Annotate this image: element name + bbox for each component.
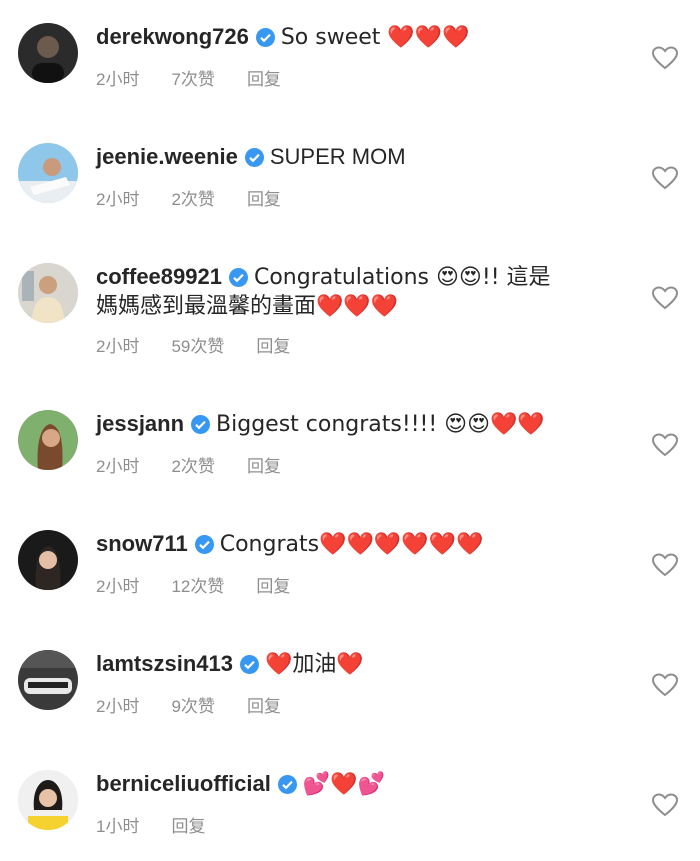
reply-button[interactable]: 回复 (247, 65, 281, 90)
timestamp: 1小时 (96, 817, 140, 836)
verified-badge-icon (191, 415, 211, 434)
heart-outline-icon[interactable] (652, 286, 678, 310)
avatar[interactable] (18, 650, 78, 710)
like-count[interactable]: 9次赞 (171, 692, 214, 717)
like-count[interactable]: 12次赞 (171, 572, 224, 597)
like-count[interactable]: 2次赞 (171, 452, 214, 477)
timestamp: 2小时 (96, 457, 140, 476)
heart-outline-icon[interactable] (652, 553, 678, 577)
like-count[interactable]: 59次赞 (171, 332, 224, 357)
timestamp: 2小时 (96, 577, 140, 596)
username[interactable]: lamtszsin413 (96, 651, 233, 676)
heart-outline-icon[interactable] (652, 433, 678, 457)
username[interactable]: derekwong726 (96, 24, 249, 49)
reply-button[interactable]: 回复 (171, 812, 205, 837)
verified-badge-icon (255, 28, 275, 47)
comment-text: berniceliuofficial 💕❤️💕 (96, 769, 630, 799)
like-count[interactable]: 2次赞 (171, 185, 214, 210)
heart-outline-icon[interactable] (652, 793, 678, 817)
reply-button[interactable]: 回复 (247, 692, 281, 717)
comment-body-line2: 媽媽感到最溫馨的畫面❤️❤️❤️ (96, 294, 399, 319)
avatar[interactable] (18, 263, 78, 323)
heart-outline-icon[interactable] (652, 166, 678, 190)
comment-body: Congrats❤️❤️❤️❤️❤️❤️ (219, 532, 484, 557)
comment-meta: 2小时 9次赞 回复 (96, 692, 313, 717)
avatar[interactable] (18, 770, 78, 830)
comment-text: snow711 Congrats❤️❤️❤️❤️❤️❤️ (96, 529, 630, 559)
comment-text: lamtszsin413 ❤️加油❤️ (96, 649, 630, 679)
verified-badge-icon (244, 148, 264, 167)
comment-body: ❤️加油❤️ (264, 652, 364, 677)
comment-body: SUPER MOM (269, 144, 406, 169)
comment-meta: 1小时 回复 (96, 812, 237, 837)
comment-meta: 2小时 12次赞 回复 (96, 572, 322, 597)
comment-body: Biggest congrats!!!! 😍😍❤️❤️ (216, 412, 545, 437)
heart-outline-icon[interactable] (652, 673, 678, 697)
reply-button[interactable]: 回复 (256, 332, 290, 357)
comment-meta: 2小时 7次赞 回复 (96, 65, 313, 90)
reply-button[interactable]: 回复 (247, 452, 281, 477)
timestamp: 2小时 (96, 190, 140, 209)
reply-button[interactable]: 回复 (256, 572, 290, 597)
comment-meta: 2小时 2次赞 回复 (96, 185, 313, 210)
username[interactable]: jeenie.weenie (96, 144, 238, 169)
username[interactable]: snow711 (96, 531, 188, 556)
comment-text: coffee89921 Congratulations 😍😍!! 這是 (96, 262, 630, 292)
avatar[interactable] (18, 530, 78, 590)
comment-text: jessjann Biggest congrats!!!! 😍😍❤️❤️ (96, 409, 630, 439)
timestamp: 2小时 (96, 697, 140, 716)
verified-badge-icon (239, 655, 259, 674)
comment-body: Congratulations 😍😍!! 這是 (253, 265, 551, 290)
timestamp: 2小时 (96, 70, 140, 89)
avatar[interactable] (18, 143, 78, 203)
username[interactable]: coffee89921 (96, 264, 222, 289)
avatar[interactable] (18, 23, 78, 83)
comment-meta: 2小时 2次赞 回复 (96, 452, 313, 477)
comment-text: jeenie.weenie SUPER MOM (96, 142, 630, 171)
comment-meta: 2小时 59次赞 回复 (96, 332, 322, 357)
username[interactable]: berniceliuofficial (96, 771, 271, 796)
comment-body: 💕❤️💕 (302, 772, 386, 797)
verified-badge-icon (277, 775, 297, 794)
avatar[interactable] (18, 410, 78, 470)
verified-badge-icon (194, 535, 214, 554)
verified-badge-icon (228, 268, 248, 287)
reply-button[interactable]: 回复 (247, 185, 281, 210)
timestamp: 2小时 (96, 337, 140, 356)
username[interactable]: jessjann (96, 411, 184, 436)
heart-outline-icon[interactable] (652, 46, 678, 70)
comment-text: derekwong726 So sweet ❤️❤️❤️ (96, 22, 630, 52)
comment-list: derekwong726 So sweet ❤️❤️❤️ 2小时 7次赞 回复 jee… (0, 0, 700, 861)
comment-body: So sweet ❤️❤️❤️ (280, 25, 470, 50)
like-count[interactable]: 7次赞 (171, 65, 214, 90)
